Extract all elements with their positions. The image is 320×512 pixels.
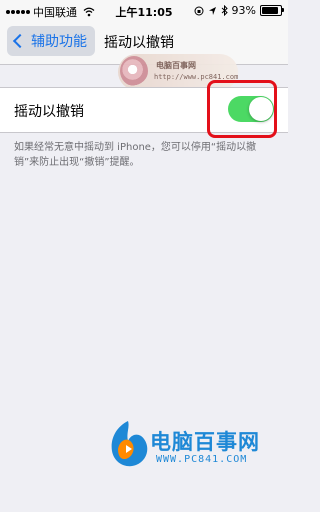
- chevron-left-icon: [12, 33, 28, 49]
- setting-description: 如果经常无意中摇动到 iPhone，您可以停用“摇动以撤销”来防止出现“撤销”提…: [14, 142, 257, 168]
- watermark-title: 电脑百事网: [156, 61, 196, 70]
- signal-icon: [6, 10, 30, 14]
- back-button[interactable]: 辅助功能: [7, 26, 95, 56]
- carrier-label: 中国联通: [33, 6, 77, 19]
- location-icon: [208, 6, 216, 15]
- page-title: 摇动以撤销: [104, 35, 174, 51]
- rose-icon: [120, 56, 148, 86]
- battery-percent: 93%: [231, 4, 256, 17]
- highlight-annotation: [207, 80, 277, 138]
- status-left: 中国联通: [6, 4, 95, 20]
- battery-icon: [260, 5, 284, 16]
- status-bar: 中国联通 上午11:05 93%: [0, 0, 288, 20]
- wifi-icon: [83, 7, 95, 17]
- orientation-lock-icon: [194, 6, 204, 15]
- back-button-label: 辅助功能: [31, 34, 87, 50]
- status-right: 93%: [194, 4, 284, 17]
- setting-label: 摇动以撤销: [14, 104, 84, 120]
- bluetooth-icon: [221, 5, 228, 16]
- brand-name: 电脑百事网: [150, 430, 260, 454]
- brand-mark-icon: [111, 421, 148, 467]
- brand-url: WWW.PC841.COM: [156, 454, 248, 465]
- brand-logo: 电脑百事网 WWW.PC841.COM: [104, 415, 284, 475]
